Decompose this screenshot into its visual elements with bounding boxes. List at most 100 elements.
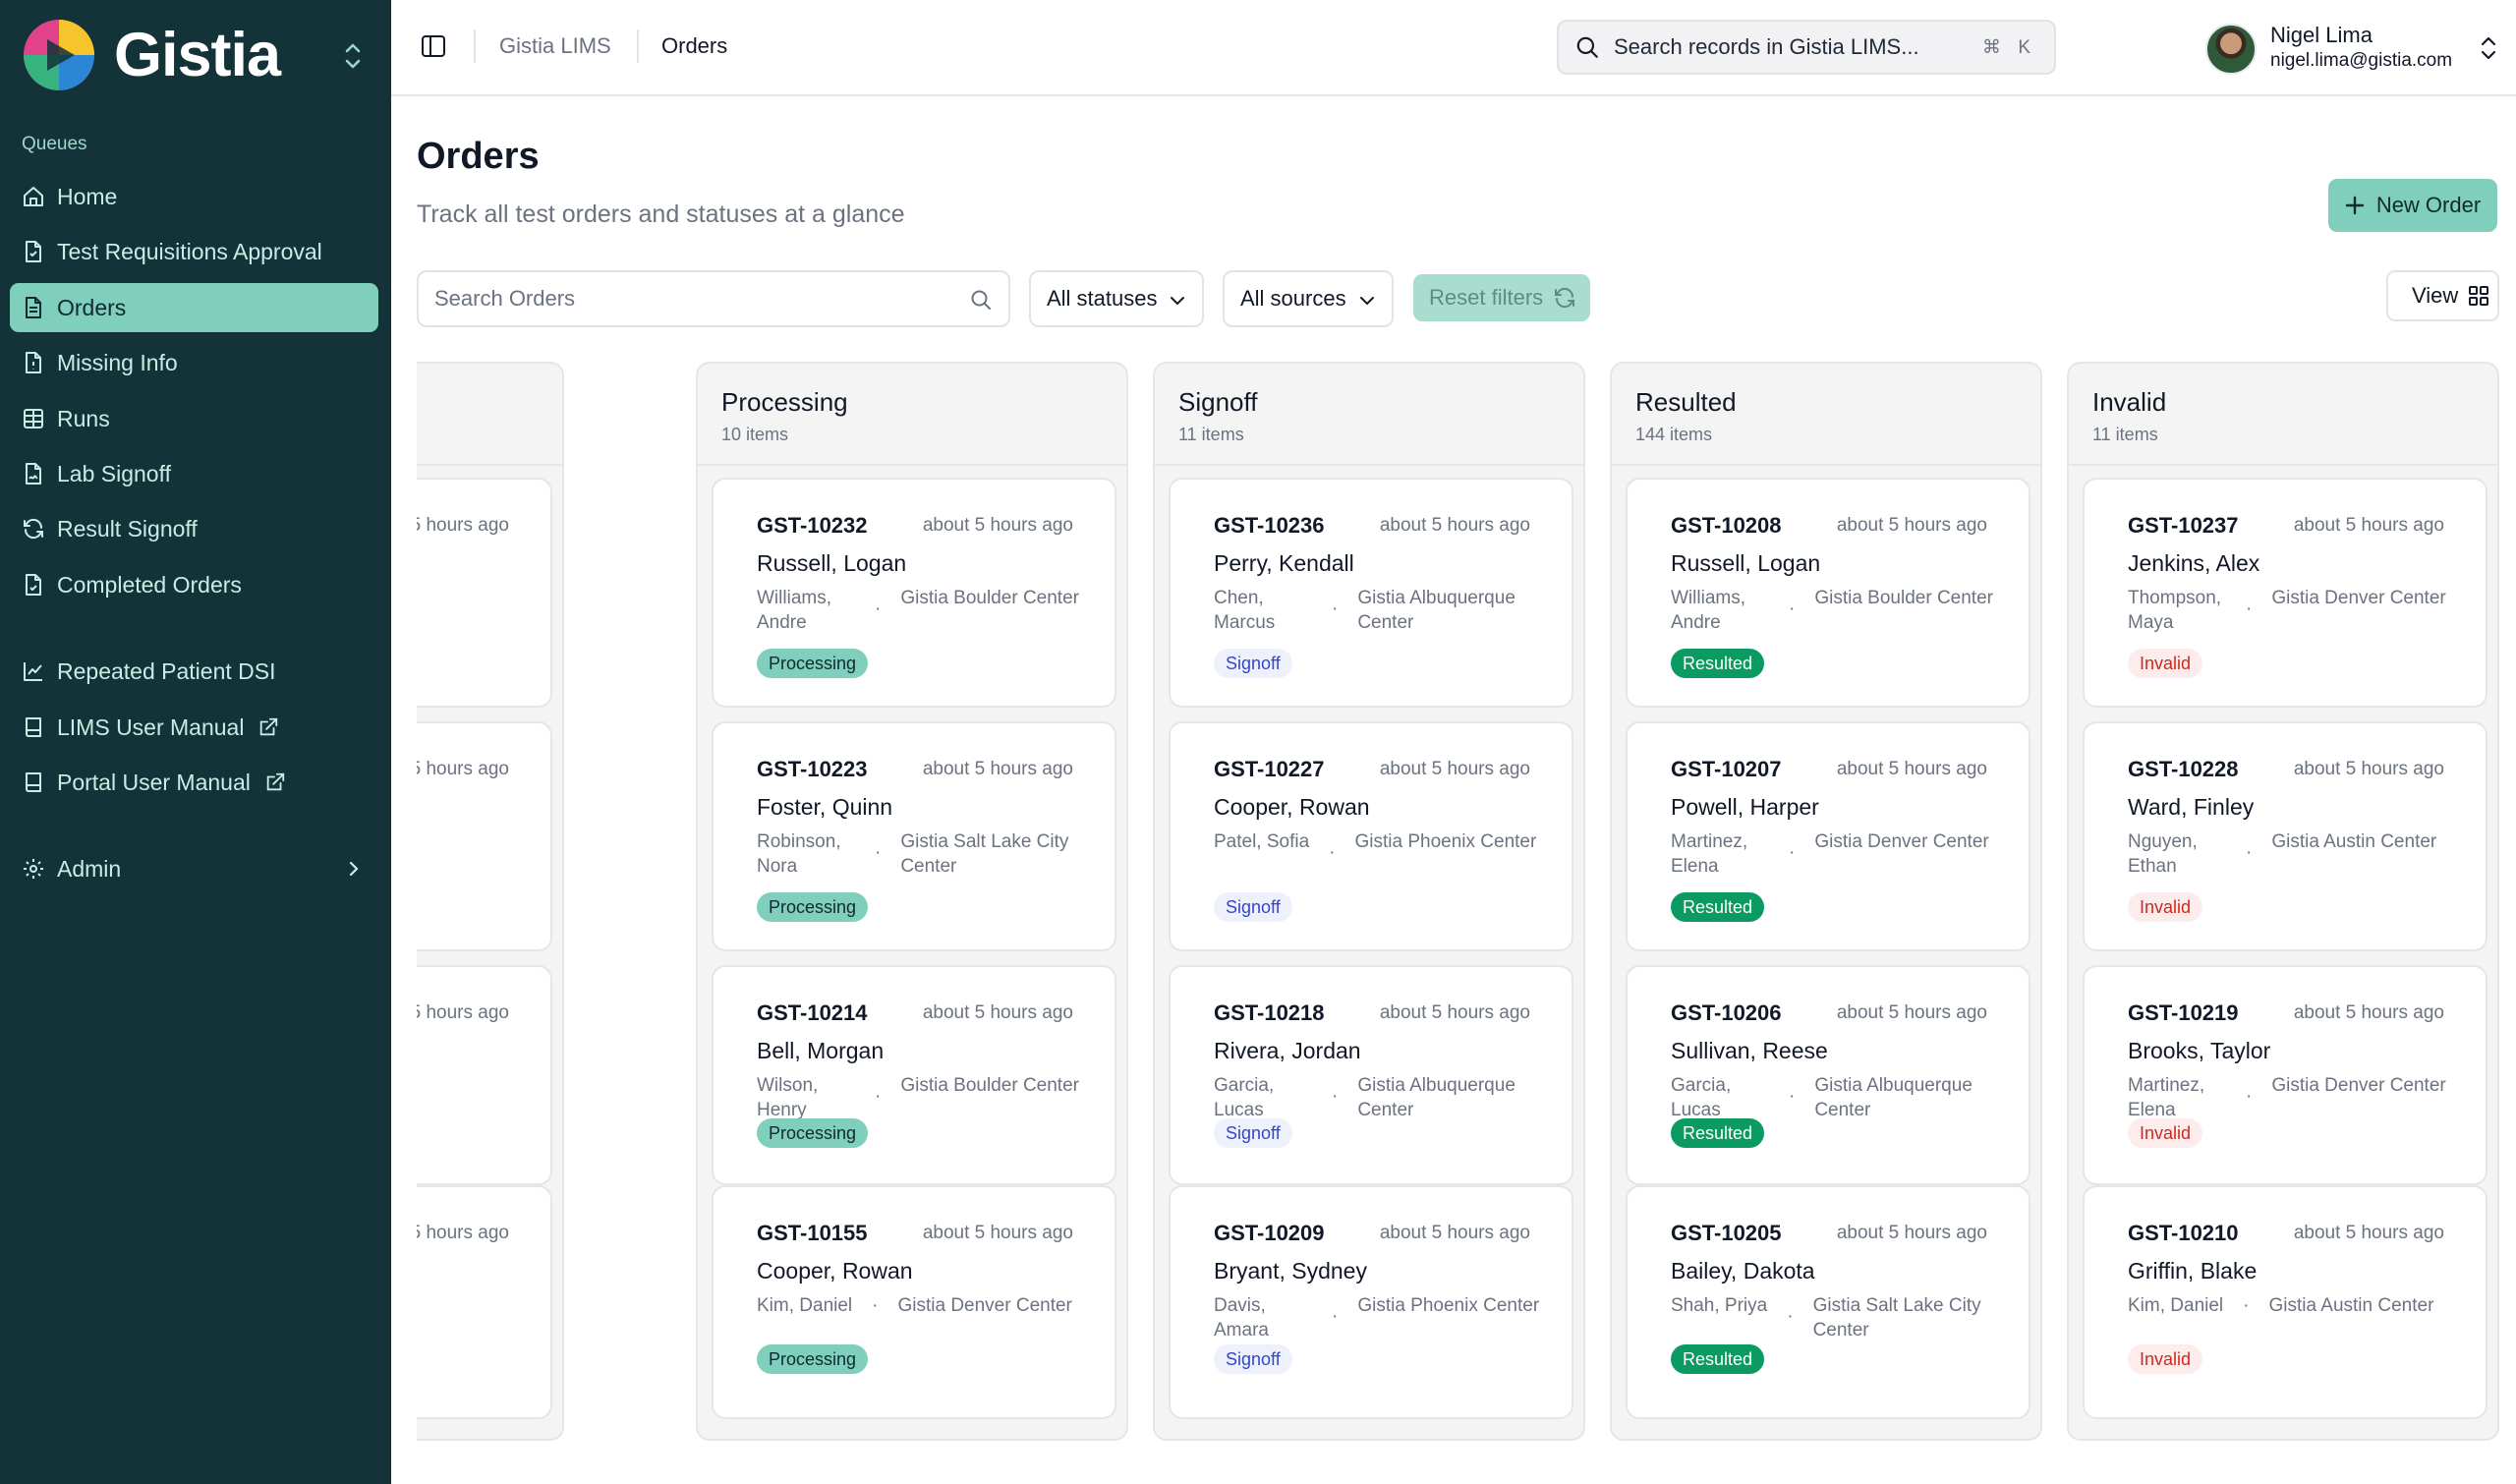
order-card[interactable]: GST-10209 about 5 hours ago Bryant, Sydney…: [1169, 1185, 1573, 1419]
order-id: GST-10218: [1214, 1000, 1325, 1025]
global-search-placeholder: Search records in Gistia LIMS...: [1614, 34, 1919, 59]
patient-name: Cooper, Rowan: [1214, 794, 1370, 820]
column-processing: Processing 10 items GST-10232 about 5 hours…: [696, 362, 1128, 1441]
user-email: nigel.lima@gistia.com: [2270, 50, 2453, 71]
physician-name: Thompson, Maya: [2128, 588, 2222, 633]
column-count: 11 items: [1178, 425, 1244, 444]
reset-filters-button[interactable]: Reset filters: [1413, 274, 1590, 321]
user-menu[interactable]: Nigel Lima nigel.lima@gistia.com: [2205, 20, 2500, 75]
order-time: about 5 hours ago: [417, 1223, 509, 1243]
order-time: about 5 hours ago: [2293, 1223, 2444, 1243]
status-badge: Signoff: [1214, 892, 1292, 922]
chevron-right-icon: [349, 861, 359, 877]
center-name: Gistia Denver Center: [897, 1295, 1072, 1316]
order-id: GST-10209: [1214, 1221, 1325, 1245]
queues-section-label: Queues: [22, 134, 87, 154]
order-card[interactable]: about 5 hours agoey·Gistia Austin Center…: [417, 965, 552, 1185]
order-card[interactable]: GST-10206 about 5 hours ago Sullivan, Rees…: [1626, 965, 2030, 1185]
sidebar-item-repeated-patient-dsi[interactable]: Repeated Patient DSI: [10, 647, 378, 696]
order-card[interactable]: GST-10155 about 5 hours ago Cooper, Rowan K…: [712, 1185, 1116, 1419]
meta-separator: ·: [2243, 1295, 2250, 1316]
search-orders-input[interactable]: [434, 286, 945, 312]
status-filter-select[interactable]: All statuses: [1029, 270, 1204, 327]
order-meta: Kim, Daniel · Gistia Denver Center: [757, 1293, 1072, 1318]
patient-name: Bailey, Dakota: [1671, 1258, 1815, 1284]
file-check-icon: [26, 241, 41, 262]
status-badge: Processing: [757, 649, 869, 678]
sidebar-item-orders[interactable]: Orders: [10, 283, 378, 332]
order-card[interactable]: GST-10208 about 5 hours ago Russell, Logan…: [1626, 478, 2030, 708]
search-orders-field[interactable]: [417, 270, 1010, 327]
order-card[interactable]: GST-10232 about 5 hours ago Russell, Logan…: [712, 478, 1116, 708]
order-card[interactable]: GST-10228 about 5 hours ago Ward, Finley Ng…: [2083, 721, 2487, 951]
patient-name: Foster, Quinn: [757, 794, 893, 820]
sidebar-item-test-requisitions-approval[interactable]: Test Requisitions Approval: [10, 227, 378, 276]
center-name: Gistia Denver Center: [2271, 1075, 2446, 1096]
sidebar-item-lims-user-manual[interactable]: LIMS User Manual: [10, 703, 378, 752]
sidebar-item-lab-signoff[interactable]: Lab Signoff: [10, 449, 378, 498]
order-card[interactable]: GST-10214 about 5 hours ago Bell, Morgan Wi…: [712, 965, 1116, 1185]
order-time: about 5 hours ago: [1379, 759, 1530, 779]
order-card[interactable]: GST-10227 about 5 hours ago Cooper, Rowan P…: [1169, 721, 1573, 951]
order-card[interactable]: GST-10236 about 5 hours ago Perry, Kendall…: [1169, 478, 1573, 708]
order-meta: Patel, Sofia · Gistia Phoenix Center: [1214, 829, 1536, 865]
breadcrumb-gistia-lims[interactable]: Gistia LIMS: [499, 33, 611, 59]
order-card[interactable]: about 5 hours agoge·Gistia Austin Center…: [417, 478, 552, 708]
breadcrumb-orders: Orders: [661, 33, 728, 58]
physician-name: Wilson, Henry: [757, 1075, 819, 1120]
brand[interactable]: Gistia: [22, 16, 370, 94]
meta-separator: ·: [875, 599, 882, 619]
order-card[interactable]: about 5 hours agoer·Gistia Denver Center…: [417, 721, 552, 951]
divider: [474, 29, 476, 63]
patient-name: Bell, Morgan: [757, 1038, 885, 1063]
physician-name: Davis, Amara: [1214, 1295, 1269, 1341]
physician-name: Martinez, Elena: [1671, 831, 1748, 877]
order-card[interactable]: GST-10205 about 5 hours ago Bailey, Dakota…: [1626, 1185, 2030, 1419]
order-card[interactable]: GST-10207 about 5 hours ago Powell, Harper…: [1626, 721, 2030, 951]
meta-separator: ·: [2246, 842, 2253, 863]
patient-name: Ward, Finley: [2128, 794, 2255, 820]
patient-name: Russell, Logan: [757, 550, 907, 576]
order-card[interactable]: about 5 hours agox·Gistia Denver CenterP…: [417, 1185, 552, 1419]
column-signoff: Signoff 11 items GST-10236 about 5 hours ag…: [1153, 362, 1585, 1441]
chevrons-updown-icon: [2481, 36, 2496, 60]
file-done-icon: [26, 574, 41, 596]
order-card[interactable]: GST-10223 about 5 hours ago Foster, Quinn R…: [712, 721, 1116, 951]
physician-name: Nguyen, Ethan: [2128, 831, 2198, 877]
page-subtitle: Track all test orders and statuses at a …: [417, 200, 905, 228]
order-meta: Shah, Priya · Gistia Salt Lake City Center: [1671, 1293, 2010, 1342]
grid-icon: [2469, 286, 2489, 306]
order-time: about 5 hours ago: [1836, 759, 1987, 779]
sidebar-item-home[interactable]: Home: [10, 172, 378, 221]
order-card[interactable]: GST-10210 about 5 hours ago Griffin, Blake…: [2083, 1185, 2487, 1419]
sidebar-item-result-signoff[interactable]: Result Signoff: [10, 504, 378, 553]
sidebar-toggle-icon[interactable]: [421, 33, 446, 59]
order-id: GST-10205: [1671, 1221, 1782, 1245]
status-filter-value: All statuses: [1047, 286, 1158, 311]
new-order-button[interactable]: New Order: [2328, 179, 2497, 232]
order-card[interactable]: GST-10237 about 5 hours ago Jenkins, Alex T…: [2083, 478, 2487, 708]
sidebar-item-runs[interactable]: Runs: [10, 394, 378, 443]
search-icon: [1576, 36, 1598, 58]
order-card[interactable]: GST-10218 about 5 hours ago Rivera, Jordan…: [1169, 965, 1573, 1185]
global-search-input[interactable]: Search records in Gistia LIMS... ⌘ K: [1557, 20, 2056, 75]
status-badge: Signoff: [1214, 1344, 1292, 1374]
order-card[interactable]: GST-10219 about 5 hours ago Brooks, Taylor…: [2083, 965, 2487, 1185]
order-id: GST-10208: [1671, 513, 1782, 538]
sidebar-item-missing-info[interactable]: Missing Info: [10, 338, 378, 387]
view-button[interactable]: View: [2386, 270, 2499, 321]
column-invalid: Invalid 11 items GST-10237 about 5 hours ag…: [2067, 362, 2499, 1441]
order-meta: Williams, Andre · Gistia Boulder Center: [1671, 586, 1993, 635]
center-name: Gistia Austin Center: [2271, 831, 2437, 852]
chevrons-updown-icon[interactable]: [340, 39, 366, 73]
meta-separator: ·: [1332, 1086, 1339, 1107]
order-meta: Martinez, Elena · Gistia Denver Center: [1671, 829, 1989, 879]
meta-separator: ·: [875, 842, 882, 863]
center-name: Gistia Albuquerque Center: [1357, 588, 1515, 633]
sidebar-item-portal-user-manual[interactable]: Portal User Manual: [10, 758, 378, 807]
status-badge: Resulted: [1671, 892, 1765, 922]
source-filter-select[interactable]: All sources: [1223, 270, 1394, 327]
status-badge: Invalid: [2128, 1344, 2203, 1374]
sidebar-item-completed-orders[interactable]: Completed Orders: [10, 560, 378, 609]
sidebar-item-admin[interactable]: Admin: [10, 844, 378, 893]
